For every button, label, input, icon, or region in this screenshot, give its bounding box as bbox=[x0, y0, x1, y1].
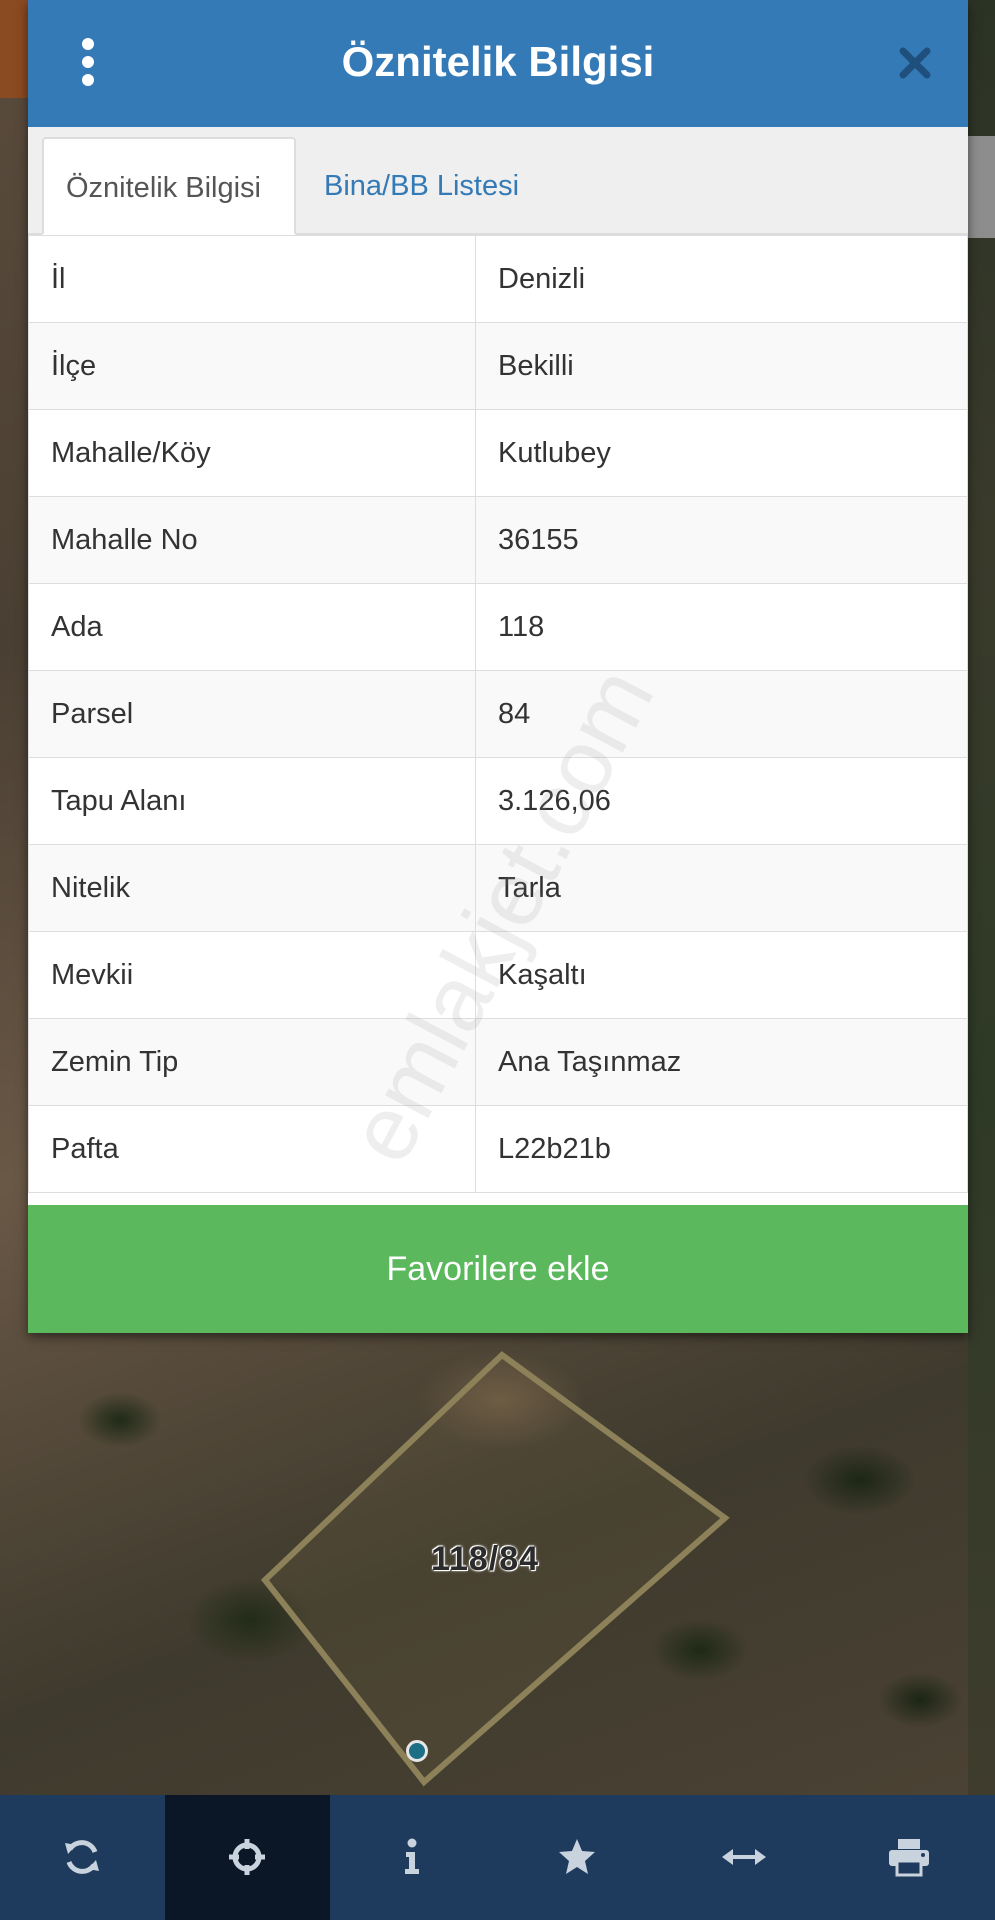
table-row: Mevkii Kaşaltı bbox=[28, 931, 968, 1019]
parcel-label: 118/84 bbox=[430, 1540, 540, 1578]
attribute-key: İlçe bbox=[28, 322, 476, 410]
refresh-button[interactable] bbox=[0, 1795, 165, 1920]
location-marker[interactable] bbox=[406, 1740, 428, 1762]
attribute-key: Zemin Tip bbox=[28, 1018, 476, 1106]
attribute-value: Ana Taşınmaz bbox=[475, 1018, 968, 1106]
print-icon bbox=[889, 1839, 929, 1877]
crosshair-icon bbox=[229, 1839, 265, 1875]
attribute-value: 118 bbox=[475, 583, 968, 671]
attribute-key: Mahalle/Köy bbox=[28, 409, 476, 497]
attribute-key: Pafta bbox=[28, 1105, 476, 1193]
table-row: Parsel 84 bbox=[28, 670, 968, 758]
refresh-icon bbox=[65, 1840, 99, 1874]
star-icon bbox=[559, 1839, 595, 1874]
table-row: İl Denizli bbox=[28, 235, 968, 323]
attribute-value: 3.126,06 bbox=[475, 757, 968, 845]
attribute-value: L22b21b bbox=[475, 1105, 968, 1193]
table-row: Mahalle/Köy Kutlubey bbox=[28, 409, 968, 497]
tab-bar: Öznitelik Bilgisi Bina/BB Listesi bbox=[28, 127, 968, 235]
attribute-key: Mevkii bbox=[28, 931, 476, 1019]
attribute-value: Kaşaltı bbox=[475, 931, 968, 1019]
table-row: İlçe Bekilli bbox=[28, 322, 968, 410]
attribute-value: Denizli bbox=[475, 235, 968, 323]
attribute-value: Bekilli bbox=[475, 322, 968, 410]
dialog-header: Öznitelik Bilgisi bbox=[28, 0, 968, 127]
attribute-key: Parsel bbox=[28, 670, 476, 758]
attribute-value: Tarla bbox=[475, 844, 968, 932]
bottom-toolbar bbox=[0, 1795, 995, 1920]
attribute-value: 36155 bbox=[475, 496, 968, 584]
tab-attribute-info[interactable]: Öznitelik Bilgisi bbox=[42, 137, 296, 235]
attribute-value: 84 bbox=[475, 670, 968, 758]
attribute-dialog: Öznitelik Bilgisi Öznitelik Bilgisi Bina… bbox=[28, 0, 968, 1333]
measure-button[interactable] bbox=[660, 1795, 825, 1920]
attribute-table: İl Denizli İlçe Bekilli Mahalle/Köy Kutlubey M… bbox=[28, 235, 968, 1193]
attribute-key: Ada bbox=[28, 583, 476, 671]
attribute-value: Kutlubey bbox=[475, 409, 968, 497]
tab-building-list[interactable]: Bina/BB Listesi bbox=[302, 137, 541, 235]
attribute-key: İl bbox=[28, 235, 476, 323]
dialog-title: Öznitelik Bilgisi bbox=[341, 38, 655, 85]
table-row: Tapu Alanı 3.126,06 bbox=[28, 757, 968, 845]
kebab-menu-icon[interactable] bbox=[80, 38, 96, 86]
locate-button[interactable] bbox=[165, 1795, 330, 1920]
attribute-key: Nitelik bbox=[28, 844, 476, 932]
attribute-key: Mahalle No bbox=[28, 496, 476, 584]
info-button[interactable] bbox=[330, 1795, 495, 1920]
table-row: Nitelik Tarla bbox=[28, 844, 968, 932]
print-button[interactable] bbox=[825, 1795, 990, 1920]
table-row: Mahalle No 36155 bbox=[28, 496, 968, 584]
favorites-button[interactable] bbox=[495, 1795, 660, 1920]
measure-arrows-icon bbox=[722, 1849, 766, 1865]
table-row: Ada 118 bbox=[28, 583, 968, 671]
info-icon bbox=[405, 1838, 419, 1874]
table-row: Zemin Tip Ana Taşınmaz bbox=[28, 1018, 968, 1106]
close-icon[interactable] bbox=[898, 46, 932, 80]
add-favorites-button[interactable]: Favorilere ekle bbox=[28, 1205, 968, 1333]
attribute-key: Tapu Alanı bbox=[28, 757, 476, 845]
table-row: Pafta L22b21b bbox=[28, 1105, 968, 1193]
